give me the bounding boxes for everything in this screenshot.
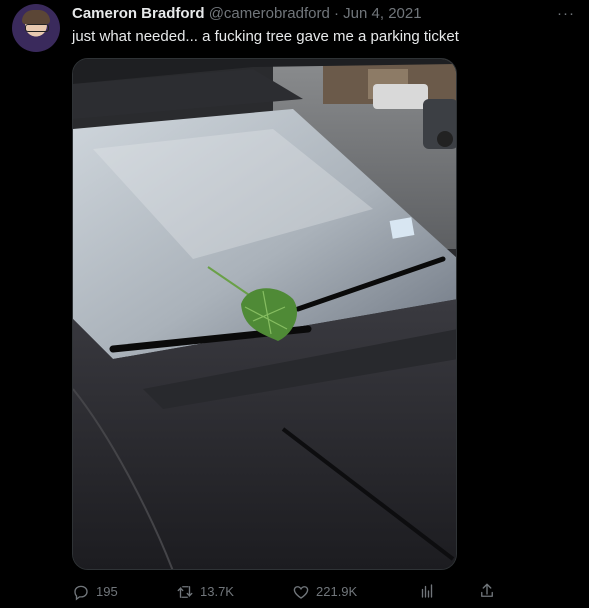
- avatar-glasses: [25, 24, 49, 32]
- car-windshield-photo: [73, 59, 456, 569]
- more-options-icon[interactable]: ···: [557, 4, 575, 24]
- retweet-button[interactable]: 13.7K: [176, 582, 234, 602]
- author-handle[interactable]: @camerobradford: [209, 5, 330, 22]
- views-button[interactable]: [418, 582, 436, 600]
- reply-count: 195: [96, 584, 118, 599]
- tweet-date[interactable]: Jun 4, 2021: [343, 5, 421, 22]
- avatar-hair: [22, 10, 50, 24]
- retweet-count: 13.7K: [200, 584, 234, 599]
- reply-button[interactable]: 195: [72, 582, 118, 602]
- retweet-icon: [177, 586, 193, 598]
- tweet-actions: 195 13.7K 221.9K: [72, 582, 512, 602]
- heart-icon: [293, 586, 309, 599]
- meta-separator: ·: [334, 5, 339, 22]
- share-icon: [481, 583, 493, 597]
- author-name[interactable]: Cameron Bradford: [72, 5, 205, 22]
- share-button[interactable]: [478, 582, 496, 600]
- like-count: 221.9K: [316, 584, 358, 599]
- analytics-icon: [421, 584, 433, 598]
- like-button[interactable]: 221.9K: [292, 582, 357, 602]
- tweet: Cameron Bradford @camerobradford · Jun 4…: [0, 0, 589, 608]
- reply-icon: [74, 585, 88, 601]
- tweet-text: just what needed... a fucking tree gave …: [72, 28, 459, 45]
- avatar[interactable]: [12, 4, 60, 52]
- tweet-header: Cameron Bradford @camerobradford · Jun 4…: [72, 4, 422, 24]
- tweet-photo[interactable]: [72, 58, 457, 570]
